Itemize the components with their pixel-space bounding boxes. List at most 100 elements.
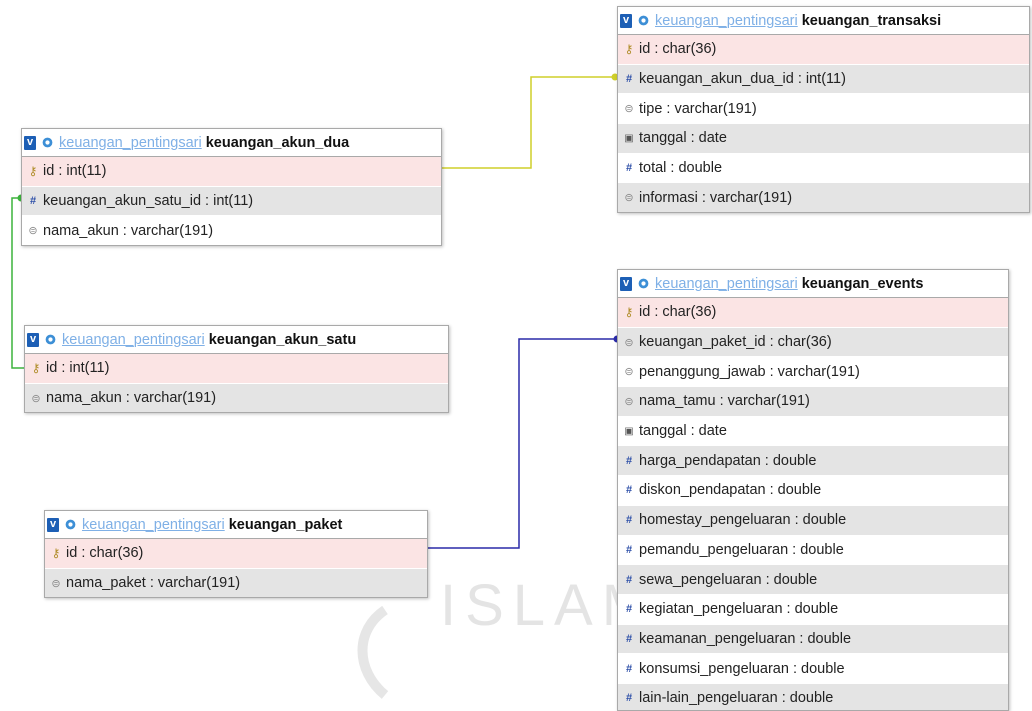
table-keuangan-transaksi[interactable]: v keuangan_pentingsari keuangan_transaks… — [617, 6, 1030, 214]
table-header[interactable]: v keuangan_pentingsari keuangan_paket — [45, 511, 427, 539]
column-label: kegiatan_pengeluaran : double — [639, 601, 839, 618]
column-row[interactable]: # konsumsi_pengeluaran : double — [618, 653, 1008, 683]
gear-icon[interactable] — [44, 333, 57, 346]
column-row[interactable]: ▣ tanggal : date — [618, 123, 1029, 153]
column-row[interactable]: ⊜ nama_paket : varchar(191) — [45, 567, 427, 598]
column-label: homestay_pengeluaran : double — [639, 512, 847, 529]
column-row[interactable]: ⚷ id : char(36) — [618, 35, 1029, 64]
text-icon: ⊜ — [31, 392, 41, 405]
column-label: informasi : varchar(191) — [639, 189, 793, 206]
date-icon: ▣ — [624, 132, 634, 144]
column-label: keuangan_paket_id : char(36) — [639, 334, 832, 351]
key-icon: ⚷ — [624, 305, 634, 320]
key-icon: ⚷ — [31, 361, 41, 376]
column-label: id : char(36) — [66, 545, 144, 562]
column-label: konsumsi_pengeluaran : double — [639, 660, 845, 677]
column-label: tanggal : date — [639, 423, 727, 440]
column-row[interactable]: ⊜ nama_tamu : varchar(191) — [618, 386, 1008, 416]
column-row[interactable]: ⊜ nama_akun : varchar(191) — [22, 215, 441, 246]
table-keuangan-akun-dua[interactable]: v keuangan_pentingsari keuangan_akun_dua… — [21, 128, 442, 247]
text-icon: ⊜ — [624, 395, 634, 408]
database-name[interactable]: keuangan_pentingsari — [59, 135, 202, 151]
gear-icon[interactable] — [637, 277, 650, 290]
text-icon: ⊜ — [624, 336, 634, 349]
key-icon: ⚷ — [28, 164, 38, 179]
gear-icon[interactable] — [64, 518, 77, 531]
table-name: keuangan_akun_satu — [208, 331, 357, 348]
column-row[interactable]: ⊜ tipe : varchar(191) — [618, 93, 1029, 124]
column-row[interactable]: # keamanan_pengeluaran : double — [618, 623, 1008, 654]
table-header[interactable]: v keuangan_pentingsari keuangan_akun_sat… — [25, 326, 448, 354]
column-row[interactable]: ⊜ keuangan_paket_id : char(36) — [618, 326, 1008, 357]
number-icon: # — [625, 692, 633, 705]
table-header[interactable]: v keuangan_pentingsari keuangan_transaks… — [618, 7, 1029, 35]
text-icon: ⊜ — [28, 225, 38, 238]
column-row[interactable]: ⊜ penanggung_jawab : varchar(191) — [618, 356, 1008, 387]
text-icon: ⊜ — [624, 366, 634, 379]
table-keuangan-akun-satu[interactable]: v keuangan_pentingsari keuangan_akun_sat… — [24, 325, 449, 414]
collapse-toggle-icon[interactable]: v — [620, 276, 632, 291]
gear-icon[interactable] — [637, 14, 650, 27]
column-label: keamanan_pengeluaran : double — [639, 630, 852, 647]
collapse-toggle-icon[interactable]: v — [24, 135, 36, 150]
column-row[interactable]: # pemandu_pengeluaran : double — [618, 534, 1008, 565]
column-row[interactable]: ⚷ id : int(11) — [25, 354, 448, 383]
column-label: tanggal : date — [639, 130, 727, 147]
database-name[interactable]: keuangan_pentingsari — [655, 276, 798, 292]
database-name[interactable]: keuangan_pentingsari — [655, 13, 798, 29]
table-name: keuangan_akun_dua — [205, 134, 350, 151]
number-icon: # — [29, 195, 37, 208]
column-row[interactable]: ⚷ id : char(36) — [45, 539, 427, 568]
table-keuangan-paket[interactable]: v keuangan_pentingsari keuangan_paket ⚷ i… — [44, 510, 428, 599]
column-row[interactable]: # diskon_pendapatan : double — [618, 475, 1008, 505]
table-name: keuangan_paket — [228, 516, 343, 533]
table-header[interactable]: v keuangan_pentingsari keuangan_events — [618, 270, 1008, 298]
column-label: keuangan_akun_dua_id : int(11) — [639, 71, 846, 88]
collapse-toggle-icon[interactable]: v — [27, 332, 39, 347]
column-label: keuangan_akun_satu_id : int(11) — [43, 193, 254, 210]
column-label: diskon_pendapatan : double — [639, 482, 822, 499]
key-icon: ⚷ — [624, 42, 634, 57]
column-label: lain-lain_pengeluaran : double — [639, 690, 834, 707]
column-row[interactable]: # homestay_pengeluaran : double — [618, 504, 1008, 535]
database-name[interactable]: keuangan_pentingsari — [62, 332, 205, 348]
column-row[interactable]: ⚷ id : int(11) — [22, 157, 441, 186]
column-row[interactable]: ▣ tanggal : date — [618, 415, 1008, 446]
watermark-emblem-icon — [357, 605, 389, 699]
text-icon: ⊜ — [51, 577, 61, 590]
number-icon: # — [625, 573, 633, 586]
column-row[interactable]: # keuangan_akun_satu_id : int(11) — [22, 185, 441, 216]
column-label: nama_akun : varchar(191) — [46, 390, 217, 407]
column-label: nama_tamu : varchar(191) — [639, 393, 810, 410]
column-row[interactable]: ⊜ informasi : varchar(191) — [618, 182, 1029, 213]
number-icon: # — [625, 662, 633, 675]
number-icon: # — [625, 73, 633, 86]
gear-icon[interactable] — [41, 136, 54, 149]
column-label: pemandu_pengeluaran : double — [639, 541, 844, 558]
key-icon: ⚷ — [51, 546, 61, 561]
column-row[interactable]: # harga_pendapatan : double — [618, 445, 1008, 476]
collapse-toggle-icon[interactable]: v — [47, 517, 59, 532]
column-label: harga_pendapatan : double — [639, 452, 817, 469]
column-label: id : char(36) — [639, 41, 717, 58]
column-row[interactable]: # keuangan_akun_dua_id : int(11) — [618, 63, 1029, 94]
database-name[interactable]: keuangan_pentingsari — [82, 517, 225, 533]
table-name: keuangan_transaksi — [801, 12, 942, 29]
column-label: total : double — [639, 160, 723, 177]
column-label: nama_paket : varchar(191) — [66, 575, 241, 592]
table-header[interactable]: v keuangan_pentingsari keuangan_akun_dua — [22, 129, 441, 157]
column-row[interactable]: ⚷ id : char(36) — [618, 298, 1008, 327]
column-row[interactable]: # sewa_pengeluaran : double — [618, 564, 1008, 594]
column-row[interactable]: # kegiatan_pengeluaran : double — [618, 593, 1008, 624]
table-name: keuangan_events — [801, 275, 924, 292]
column-row[interactable]: # total : double — [618, 152, 1029, 183]
number-icon: # — [625, 484, 633, 497]
column-label: id : int(11) — [43, 163, 107, 180]
column-row[interactable]: ⊜ nama_akun : varchar(191) — [25, 382, 448, 413]
column-label: id : int(11) — [46, 360, 110, 377]
text-icon: ⊜ — [624, 192, 634, 205]
table-keuangan-events[interactable]: v keuangan_pentingsari keuangan_events ⚷… — [617, 269, 1009, 711]
relation-line-akun-dua-transaksi — [440, 76, 615, 169]
column-label: sewa_pengeluaran : double — [639, 571, 818, 588]
collapse-toggle-icon[interactable]: v — [620, 13, 632, 28]
